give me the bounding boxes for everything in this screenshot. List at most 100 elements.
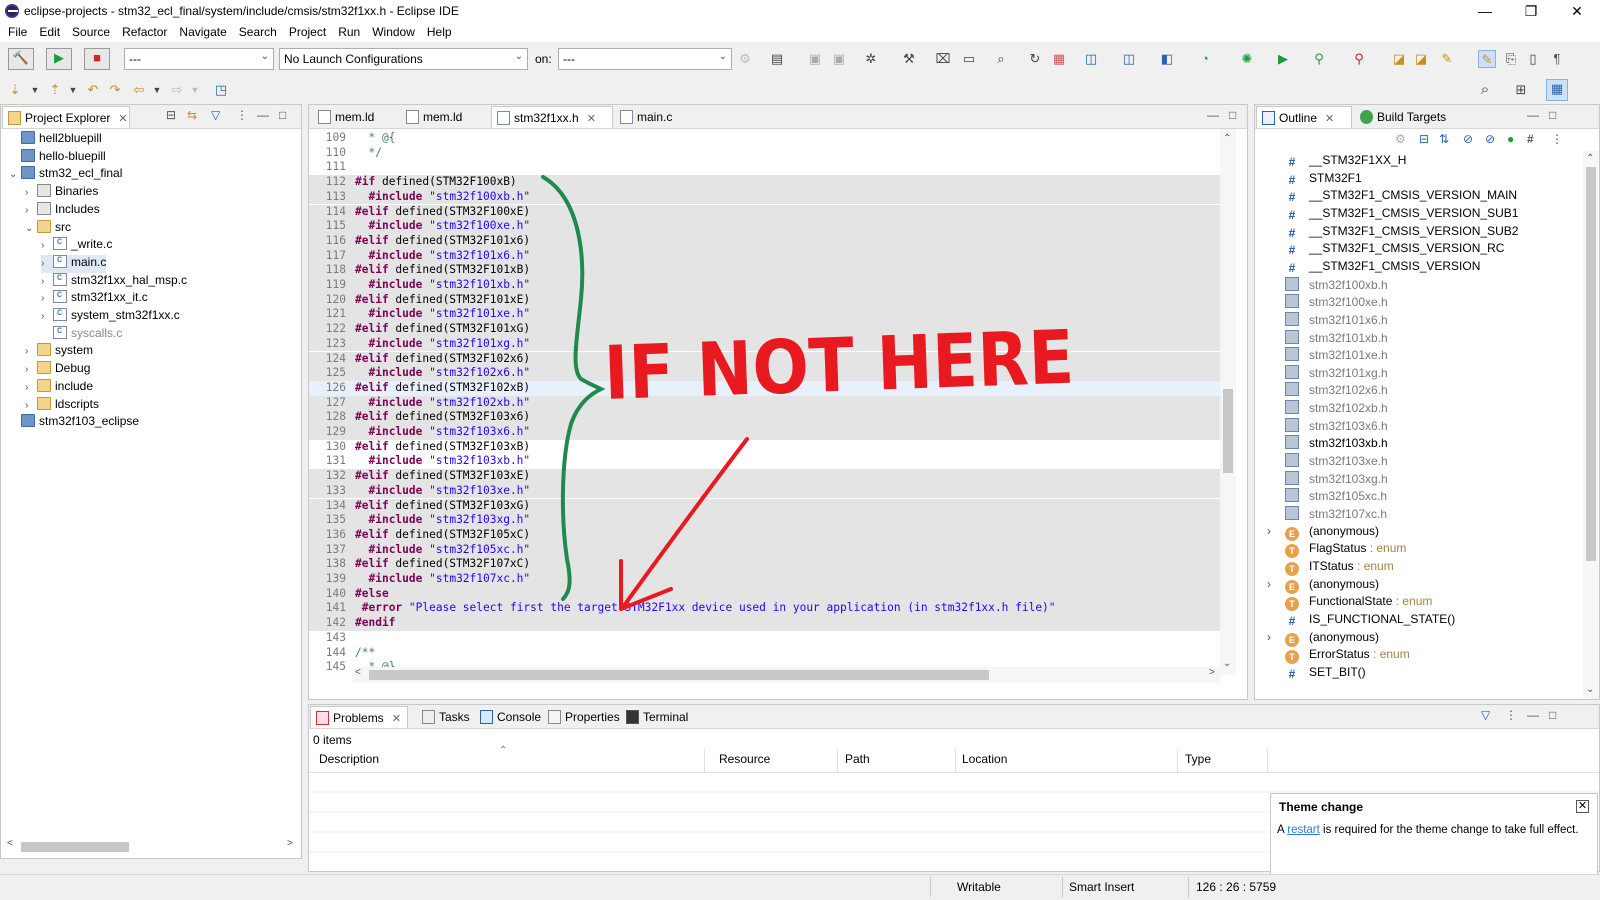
terminal-icon[interactable]: ▭ xyxy=(960,50,978,68)
tree-item[interactable]: hello-bluepill xyxy=(9,148,106,167)
outline-item[interactable]: T FlagStatus : enum xyxy=(1285,541,1406,559)
launch-target-combo[interactable]: --- ⌄ xyxy=(558,48,732,70)
close-icon[interactable]: ✕ xyxy=(1325,113,1334,125)
close-icon[interactable]: ✕ xyxy=(1576,800,1589,813)
chevron-right-icon[interactable]: › xyxy=(25,400,37,411)
close-button[interactable]: ✕ xyxy=(1554,0,1600,23)
launch-stop-icon[interactable]: ■ xyxy=(84,48,110,70)
show-whitespace-icon[interactable]: ▯ xyxy=(1524,50,1542,68)
outline-item[interactable]: stm32f101xb.h xyxy=(1285,329,1388,348)
scroll-left-icon[interactable]: < xyxy=(7,838,13,849)
scrollbar-thumb[interactable] xyxy=(1586,167,1596,561)
tree-item[interactable]: › include xyxy=(25,378,93,397)
pin-editor-icon[interactable]: ◳ xyxy=(212,81,230,99)
outline-item[interactable]: stm32f100xe.h xyxy=(1285,294,1388,312)
tree-item[interactable]: › stm32f1xx_it.c xyxy=(41,289,148,308)
tab-main-c[interactable]: main.c xyxy=(615,106,695,128)
tab-terminal[interactable]: Terminal xyxy=(621,706,697,728)
tree-item[interactable]: › Binaries xyxy=(25,184,98,202)
forward-edit-icon[interactable]: ↷ xyxy=(106,81,124,99)
editor-horizontal-scrollbar[interactable]: < > xyxy=(353,667,1221,683)
new-class-icon[interactable]: ◫ xyxy=(1082,50,1100,68)
outline-item[interactable]: # __STM32F1_CMSIS_VERSION_MAIN xyxy=(1285,188,1517,206)
search-icon-2[interactable]: ✎ xyxy=(1438,50,1456,68)
outline-item[interactable]: T FunctionalState : enum xyxy=(1285,594,1432,612)
minimize-view-icon[interactable]: — xyxy=(1207,108,1219,122)
menu-run[interactable]: Run xyxy=(334,23,364,39)
outline-item[interactable]: # IS_FUNCTIONAL_STATE() xyxy=(1285,612,1456,630)
chevron-right-icon[interactable]: › xyxy=(25,187,37,198)
scrollbar-thumb[interactable] xyxy=(21,842,129,852)
close-icon[interactable]: ✕ xyxy=(392,713,401,725)
minimize-view-icon[interactable]: — xyxy=(1527,708,1539,722)
outline-item[interactable]: › E (anonymous) xyxy=(1267,524,1379,542)
restore-button[interactable]: ❐ xyxy=(1508,0,1554,23)
run-icon[interactable]: ▶ xyxy=(1274,50,1292,68)
new-icon[interactable]: ▤ xyxy=(768,50,786,68)
tab-mem-ld-1[interactable]: mem.ld xyxy=(313,106,399,128)
minimize-view-icon[interactable]: — xyxy=(257,108,269,122)
tree-item[interactable]: ⌄ stm32_ecl_final xyxy=(9,166,122,184)
chevron-down-icon[interactable]: ⌄ xyxy=(25,223,37,234)
new-file-icon[interactable]: ◧ xyxy=(1158,50,1176,68)
tree-item[interactable]: › main.c xyxy=(41,254,107,273)
menu-refactor[interactable]: Refactor xyxy=(118,23,171,39)
filter-icon[interactable]: ▽ xyxy=(211,108,220,122)
tab-properties[interactable]: Properties xyxy=(543,706,627,728)
chevron-right-icon[interactable]: › xyxy=(25,346,37,357)
tab-tasks[interactable]: Tasks xyxy=(417,706,477,728)
menu-help[interactable]: Help xyxy=(423,23,456,39)
dropdown-icon[interactable]: ▼ xyxy=(186,81,204,99)
refresh-icon[interactable]: ↻ xyxy=(1026,50,1044,68)
restart-link[interactable]: restart xyxy=(1287,824,1320,836)
tree-item[interactable]: › ldscripts xyxy=(25,396,99,415)
tree-item[interactable]: › Debug xyxy=(25,361,90,379)
status-insert-mode[interactable]: Smart Insert xyxy=(1069,880,1134,894)
vertical-scrollbar[interactable]: ⌃ ⌄ xyxy=(1220,129,1236,675)
hide-macros-icon[interactable]: # xyxy=(1527,132,1534,146)
outline-item[interactable]: stm32f101xg.h xyxy=(1285,364,1388,383)
build-hammer-icon[interactable]: 🔨 xyxy=(8,48,34,70)
dropdown-icon[interactable]: ▼ xyxy=(26,81,44,99)
search-tool-icon[interactable]: ⌕ xyxy=(992,50,1010,68)
menu-source[interactable]: Source xyxy=(68,23,114,39)
outline-item[interactable]: # __STM32F1XX_H xyxy=(1285,153,1407,171)
maximize-view-icon[interactable]: □ xyxy=(1549,708,1556,722)
save-icon[interactable]: ▣ xyxy=(806,50,824,68)
forward-icon[interactable]: ⇨ xyxy=(168,81,186,99)
save-all-icon[interactable]: ▣ xyxy=(830,50,848,68)
outline-item[interactable]: stm32f101xe.h xyxy=(1285,347,1388,365)
tree-item[interactable]: hell2bluepill xyxy=(9,131,102,149)
scroll-up-icon[interactable]: ⌃ xyxy=(1223,133,1231,144)
menu-window[interactable]: Window xyxy=(368,23,419,39)
prev-annotation-icon[interactable]: ⇡ xyxy=(46,81,64,99)
menu-project[interactable]: Project xyxy=(285,23,330,39)
tree-item[interactable]: › _write.c xyxy=(41,236,112,255)
run-last-icon[interactable]: ⚲ xyxy=(1310,50,1328,68)
scroll-down-icon[interactable]: ⌄ xyxy=(1586,684,1594,695)
scroll-down-icon[interactable]: ⌄ xyxy=(1223,658,1231,669)
tree-item[interactable]: ⌄ src xyxy=(25,219,71,238)
scroll-right-icon[interactable]: > xyxy=(287,838,293,849)
collapse-all-icon[interactable]: ⊟ xyxy=(166,108,176,122)
horizontal-scrollbar[interactable]: < > xyxy=(1,838,301,854)
tab-project-explorer[interactable]: Project Explorer ✕ xyxy=(2,106,130,128)
tree-item[interactable]: stm32f103_eclipse xyxy=(9,414,139,432)
hide-static-icon[interactable]: ⊘ xyxy=(1485,132,1495,146)
menu-file[interactable]: File xyxy=(4,23,31,39)
chevron-right-icon[interactable]: › xyxy=(1267,577,1271,591)
scroll-left-icon[interactable]: < xyxy=(355,667,361,678)
menu-search[interactable]: Search xyxy=(235,23,281,39)
minimize-view-icon[interactable]: — xyxy=(1527,108,1539,122)
next-annotation-icon[interactable]: ⇣ xyxy=(6,81,24,99)
outline-item[interactable]: stm32f103x6.h xyxy=(1285,417,1388,436)
group-icon[interactable]: ⚙ xyxy=(1395,132,1406,146)
back-icon[interactable]: ⇦ xyxy=(130,81,148,99)
chevron-down-icon[interactable]: ⌄ xyxy=(9,169,21,180)
tab-problems[interactable]: Problems ✕ xyxy=(310,706,408,728)
code-editor[interactable]: 109 * @{110 */111 112 #if defined(STM32F10… xyxy=(309,129,1237,675)
block-select-icon[interactable]: ⎘ xyxy=(1502,50,1520,68)
chevron-right-icon[interactable]: › xyxy=(25,205,37,216)
outline-item[interactable]: # __STM32F1_CMSIS_VERSION_SUB1 xyxy=(1285,206,1519,224)
external-tools-icon[interactable]: ⚲ xyxy=(1350,50,1368,68)
